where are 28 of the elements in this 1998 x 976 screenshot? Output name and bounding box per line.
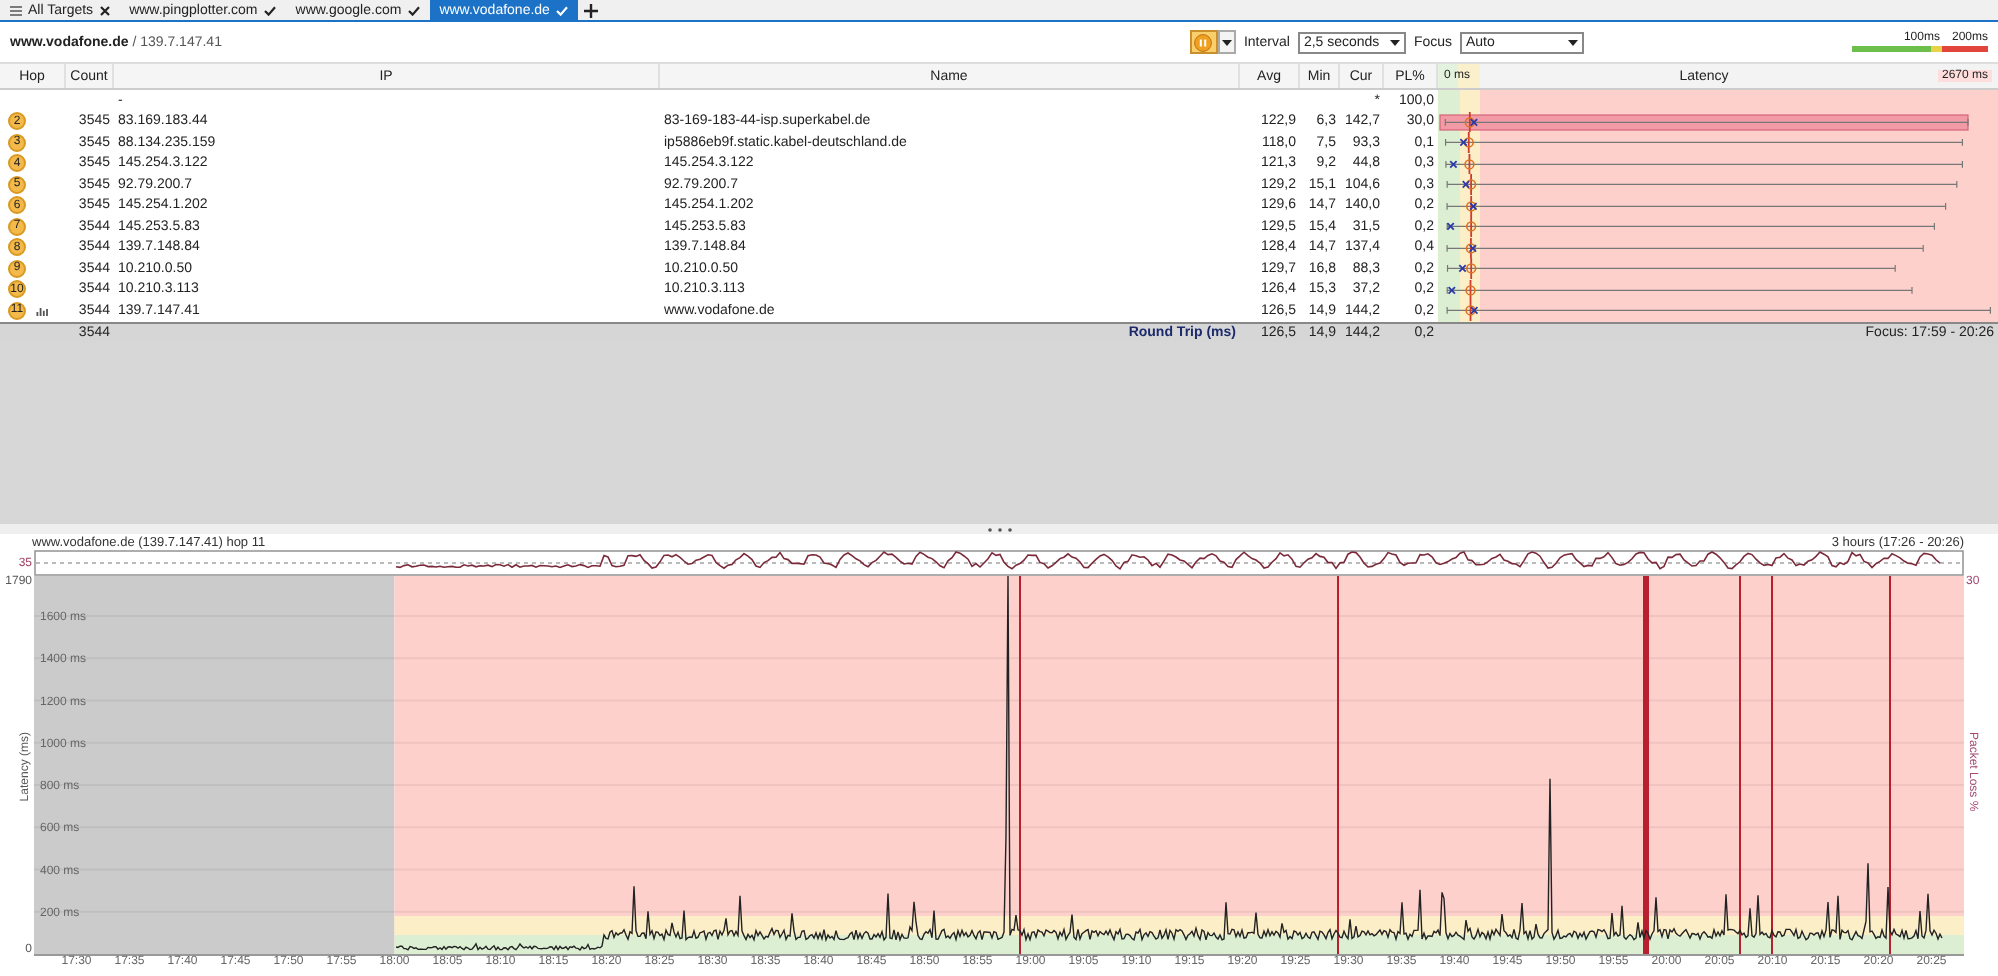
current-marker <box>1461 180 1471 189</box>
current-marker <box>1447 285 1456 294</box>
average-marker <box>1463 137 1474 148</box>
add-tab-icon[interactable] <box>583 3 598 17</box>
average-marker <box>1465 221 1477 232</box>
pause-icon <box>1194 33 1213 51</box>
average-marker <box>1465 305 1476 316</box>
check-icon <box>555 5 568 15</box>
current-marker <box>1458 264 1467 273</box>
caret-icon <box>1389 39 1400 45</box>
current-marker <box>1449 159 1458 168</box>
average-marker <box>1464 116 1475 127</box>
close-icon[interactable] <box>99 5 110 15</box>
current-marker <box>1469 117 1479 126</box>
latency-scale-bar <box>1852 46 1988 52</box>
caret-icon <box>1221 39 1232 45</box>
current-marker <box>1470 306 1479 315</box>
current-marker <box>1459 138 1468 147</box>
list-icon <box>10 5 22 15</box>
average-marker <box>1465 179 1477 190</box>
caret-icon <box>1568 39 1578 45</box>
check-icon <box>263 5 276 15</box>
average-marker <box>1465 284 1476 295</box>
check-icon <box>407 5 420 15</box>
bar-chart-icon[interactable] <box>36 305 48 316</box>
current-marker <box>1446 222 1455 231</box>
average-marker <box>1466 263 1477 274</box>
average-marker <box>1464 158 1475 169</box>
